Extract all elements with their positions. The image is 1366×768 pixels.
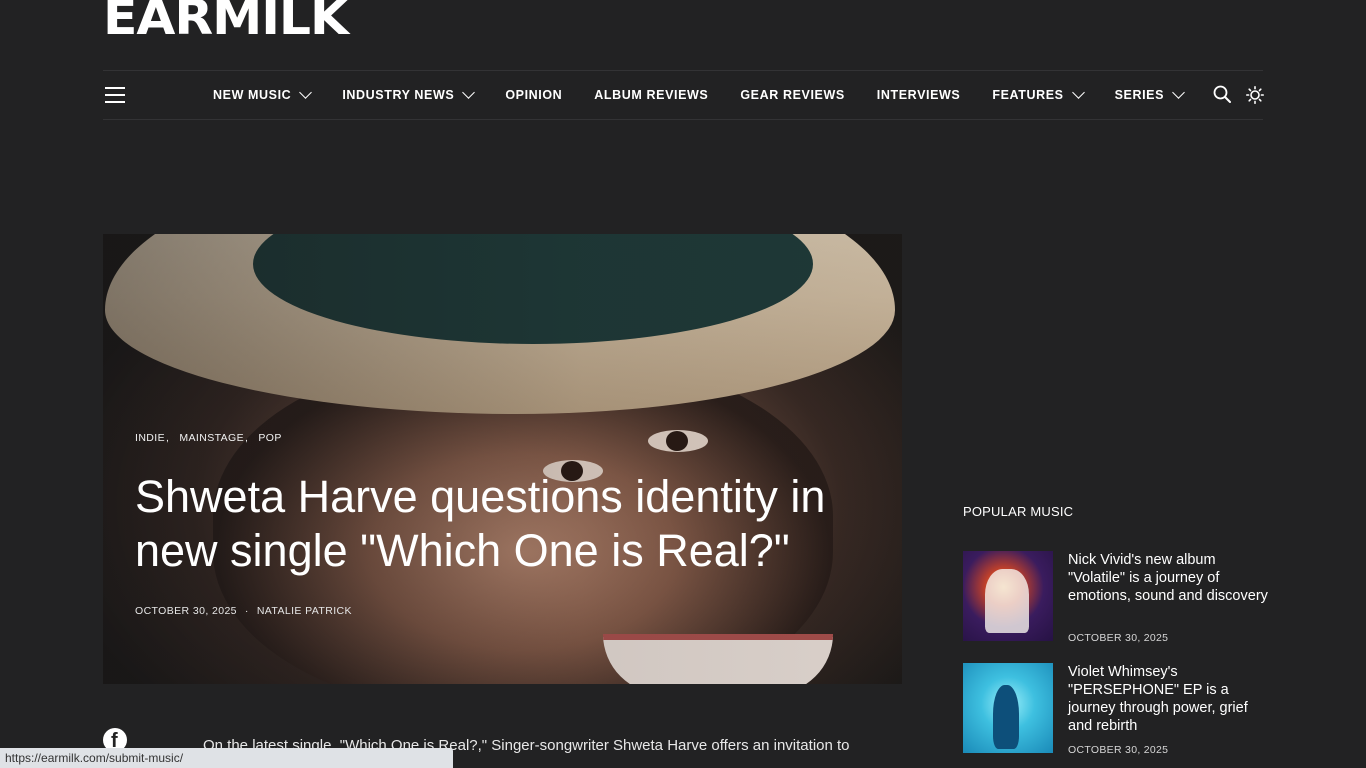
site-logo[interactable]: EARMILK	[103, 0, 349, 42]
category-link[interactable]: INDIE	[135, 432, 165, 444]
nav-item-new-music[interactable]: NEW MUSIC	[213, 86, 313, 102]
nav-item-series[interactable]: SERIES	[1114, 86, 1185, 102]
sidebar-heading: POPULAR MUSIC	[963, 504, 1074, 519]
nav-item-industry-news[interactable]: INDUSTRY NEWS	[342, 86, 476, 102]
popular-item[interactable]: Violet Whimsey's "PERSEPHONE" EP is a jo…	[963, 663, 1263, 756]
main-navigation: NEW MUSIC INDUSTRY NEWS OPINION ALBUM RE…	[103, 70, 1264, 120]
nav-item-label: INDUSTRY NEWS	[342, 88, 455, 102]
featured-article-hero[interactable]: INDIE, MAINSTAGE, POP Shweta Harve quest…	[103, 234, 902, 684]
browser-status-bar: https://earmilk.com/submit-music/	[0, 748, 453, 768]
nav-item-album-reviews[interactable]: ALBUM REVIEWS	[594, 88, 708, 102]
nav-item-label: GEAR REVIEWS	[740, 88, 845, 102]
meta-separator: ·	[244, 605, 249, 617]
nav-item-label: INTERVIEWS	[876, 88, 961, 102]
nav-item-label: OPINION	[505, 88, 563, 102]
nav-menu: NEW MUSIC INDUSTRY NEWS OPINION ALBUM RE…	[213, 71, 1215, 119]
popular-item-title[interactable]: Nick Vivid's new album "Volatile" is a j…	[1068, 551, 1268, 605]
article-meta: OCTOBER 30, 2025 · NATALIE PATRICK	[135, 605, 352, 617]
chevron-down-icon	[1071, 86, 1085, 99]
popular-item-date: OCTOBER 30, 2025	[1068, 744, 1169, 756]
nav-item-interviews[interactable]: INTERVIEWS	[877, 88, 961, 102]
nav-item-features[interactable]: FEATURES	[992, 86, 1085, 102]
article-categories: INDIE, MAINSTAGE, POP	[135, 432, 282, 444]
hamburger-menu-icon[interactable]	[105, 87, 125, 103]
nav-item-label: NEW MUSIC	[213, 88, 292, 102]
nav-item-label: SERIES	[1114, 88, 1165, 102]
chevron-down-icon	[1172, 86, 1185, 99]
popular-item-thumbnail[interactable]	[963, 551, 1053, 641]
nav-item-label: FEATURES	[992, 88, 1064, 102]
article-author[interactable]: NATALIE PATRICK	[257, 605, 352, 617]
popular-item-thumbnail[interactable]	[963, 663, 1053, 753]
article-title[interactable]: Shweta Harve questions identity in new s…	[135, 470, 855, 578]
sun-icon[interactable]	[1246, 86, 1264, 104]
category-link[interactable]: POP	[258, 432, 281, 444]
popular-item[interactable]: Nick Vivid's new album "Volatile" is a j…	[963, 551, 1268, 644]
chevron-down-icon	[299, 86, 313, 99]
popular-item-date: OCTOBER 30, 2025	[1068, 632, 1169, 644]
popular-item-title[interactable]: Violet Whimsey's "PERSEPHONE" EP is a jo…	[1068, 663, 1268, 735]
article-date: OCTOBER 30, 2025	[135, 605, 237, 617]
search-icon[interactable]	[1213, 85, 1231, 103]
category-link[interactable]: MAINSTAGE	[179, 432, 244, 444]
nav-item-label: ALBUM REVIEWS	[594, 88, 709, 102]
chevron-down-icon	[462, 86, 476, 99]
nav-item-opinion[interactable]: OPINION	[505, 88, 562, 102]
nav-item-gear-reviews[interactable]: GEAR REVIEWS	[740, 88, 844, 102]
